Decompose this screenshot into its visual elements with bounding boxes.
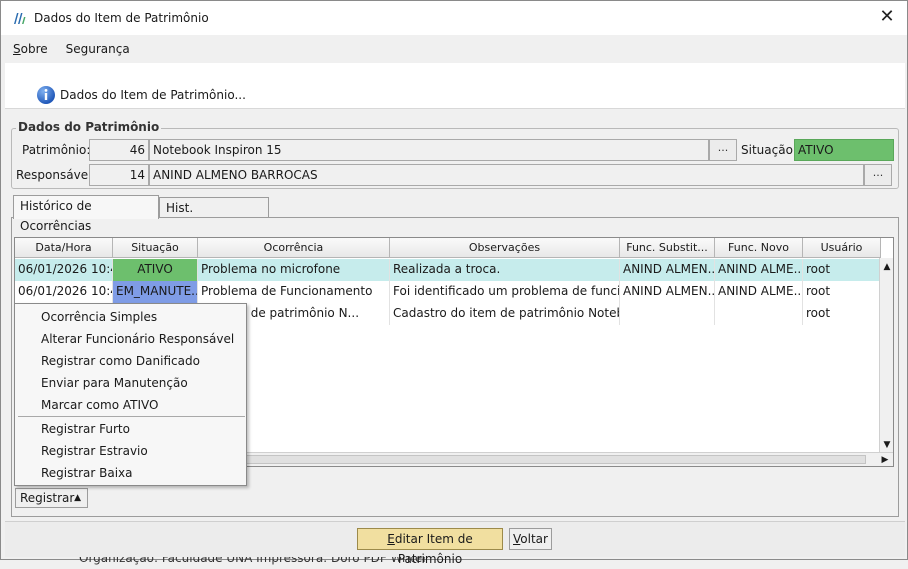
vertical-scrollbar[interactable]: ▲ ▼ xyxy=(879,258,893,454)
cell-func-novo: ANIND ALME... xyxy=(715,281,803,303)
app-logo-icon xyxy=(14,13,26,24)
cell-occurrence: Problema no microfone xyxy=(198,259,390,281)
cell-status: ATIVO xyxy=(113,259,198,281)
cell-status: EM_MANUTE... xyxy=(113,281,198,303)
responsavel-label: Responsável: xyxy=(16,168,96,182)
menu-item-ocorrencia-simples[interactable]: Ocorrência Simples xyxy=(41,310,157,324)
column-header[interactable]: Func. Novo xyxy=(715,238,803,258)
scroll-up-icon[interactable]: ▲ xyxy=(881,260,893,274)
banner-text: Dados do Item de Patrimônio... xyxy=(60,88,246,102)
menu-item-enviar-manutencao[interactable]: Enviar para Manutenção xyxy=(41,376,188,390)
menu-item-registrar-estravio[interactable]: Registrar Estravio xyxy=(41,444,148,458)
situacao-label: Situação: xyxy=(741,143,797,157)
column-header[interactable]: Data/Hora xyxy=(15,238,113,258)
close-icon[interactable]: ✕ xyxy=(877,8,897,28)
column-header[interactable]: Ocorrência xyxy=(198,238,390,258)
menu-item-registrar-furto[interactable]: Registrar Furto xyxy=(41,422,130,436)
cell-date: 06/01/2026 10:41 xyxy=(15,281,113,303)
menu-seguranca[interactable]: Segurança xyxy=(66,42,130,56)
cell-func-substituto xyxy=(620,303,715,325)
cell-func-novo xyxy=(715,303,803,325)
table-row[interactable]: 06/01/2026 10:41 EM_MANUTE... Problema d… xyxy=(15,281,881,303)
tab-historico-ocorrencias[interactable]: Histórico de Ocorrências xyxy=(13,195,159,233)
patrimonio-name-field[interactable]: Notebook Inspiron 15 xyxy=(149,139,709,161)
cell-user: root xyxy=(803,281,881,303)
responsavel-id-field[interactable]: 14 xyxy=(89,164,149,186)
group-legend: Dados do Patrimônio xyxy=(16,120,162,134)
registrar-button[interactable]: Registrar ▲ xyxy=(15,488,88,508)
patrimonio-lookup-button[interactable]: ... xyxy=(709,139,737,161)
registrar-popup-menu: Ocorrência Simples Alterar Funcionário R… xyxy=(14,303,247,486)
menu-bar: Sobre Segurança xyxy=(1,36,907,62)
header-banner: Dados do Item de Patrimônio... xyxy=(5,63,905,109)
cell-occurrence: Problema de Funcionamento xyxy=(198,281,390,303)
table-header: Data/Hora Situação Ocorrência Observaçõe… xyxy=(15,238,881,258)
back-button[interactable]: Voltar xyxy=(509,528,552,550)
cell-observations: Cadastro do item de patrimônio Notebo... xyxy=(390,303,620,325)
table-row[interactable]: 06/01/2026 10:42 ATIVO Problema no micro… xyxy=(15,259,881,281)
column-header[interactable]: Observações xyxy=(390,238,620,258)
edit-item-button[interactable]: Editar Item de Patrimônio xyxy=(357,528,503,566)
cell-user: root xyxy=(803,259,881,281)
window-title: Dados do Item de Patrimônio xyxy=(34,11,209,25)
column-header[interactable]: Func. Substit... xyxy=(620,238,715,258)
tab-hist-responsaveis[interactable]: Hist. Responsáveis xyxy=(159,197,269,235)
bottom-button-bar: Editar Item de Patrimônio Voltar xyxy=(5,521,905,566)
menu-item-marcar-ativo[interactable]: Marcar como ATIVO xyxy=(41,398,158,412)
situacao-field: ATIVO xyxy=(794,139,894,161)
responsavel-name-field[interactable]: ANIND ALMENO BARROCAS xyxy=(149,164,864,186)
cell-date: 06/01/2026 10:42 xyxy=(15,259,113,281)
patrimonio-label: Patrimônio: xyxy=(22,143,91,157)
responsavel-lookup-button[interactable]: ... xyxy=(864,164,892,186)
column-header[interactable]: Situação xyxy=(113,238,198,258)
menu-item-registrar-danificado[interactable]: Registrar como Danificado xyxy=(41,354,200,368)
main-window: Dados do Item de Patrimônio ✕ Sobre Segu… xyxy=(0,0,908,566)
menu-item-registrar-baixa[interactable]: Registrar Baixa xyxy=(41,466,133,480)
caret-up-icon: ▲ xyxy=(74,493,81,503)
title-bar: Dados do Item de Patrimônio ✕ xyxy=(1,1,907,35)
info-icon xyxy=(37,86,55,104)
menu-item-alterar-responsavel[interactable]: Alterar Funcionário Responsável xyxy=(41,332,234,346)
cell-func-substituto: ANIND ALMEN... xyxy=(620,259,715,281)
scroll-down-icon[interactable]: ▼ xyxy=(881,438,893,452)
menu-sobre[interactable]: Sobre xyxy=(13,42,48,56)
patrimonio-id-field[interactable]: 46 xyxy=(89,139,149,161)
cell-observations: Foi identificado um problema de funcion.… xyxy=(390,281,620,303)
cell-observations: Realizada a troca. xyxy=(390,259,620,281)
cell-func-substituto: ANIND ALMEN... xyxy=(620,281,715,303)
menu-separator xyxy=(18,416,245,417)
registrar-label: Registrar xyxy=(20,491,75,505)
cell-func-novo: ANIND ALME... xyxy=(715,259,803,281)
column-header[interactable]: Usuário xyxy=(803,238,881,258)
cell-user: root xyxy=(803,303,881,325)
scroll-right-icon[interactable]: ▶ xyxy=(879,453,891,466)
